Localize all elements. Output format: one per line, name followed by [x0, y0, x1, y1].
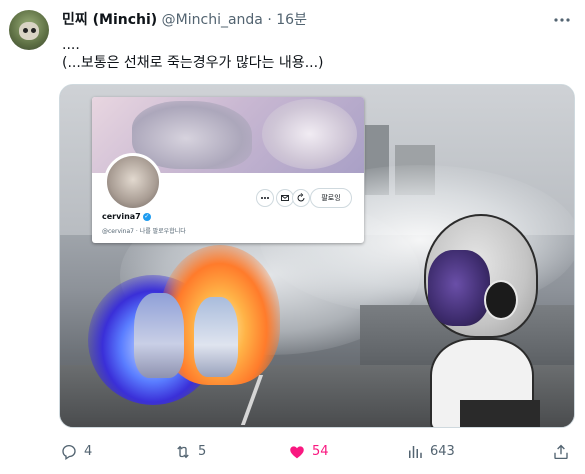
tweet-text-line-2: (...보통은 선채로 죽는경우가 많다는 내용...)	[62, 55, 324, 71]
tweet-action-bar: 4 5 54 643	[0, 441, 585, 463]
avatar-eye	[31, 28, 36, 33]
views-button[interactable]: 643	[406, 441, 455, 463]
author-avatar[interactable]	[9, 10, 49, 50]
reply-count: 4	[84, 444, 93, 459]
views-count: 643	[430, 444, 455, 459]
tweet-media-image[interactable]: 팔로잉 cervina7 ✓ @cervina7 · 나를 팔로우합니다	[59, 84, 575, 428]
banner-tail-art	[262, 99, 357, 169]
retweet-icon	[177, 445, 189, 459]
ghost-eye	[484, 280, 518, 320]
profile-handle: @cervina7 · 나를 팔로우합니다	[102, 228, 186, 235]
retweet-count: 5	[198, 444, 207, 459]
profile-avatar	[104, 153, 162, 211]
tweet-text-line-1: ....	[62, 37, 80, 53]
author-handle[interactable]: @Minchi_anda	[162, 12, 263, 28]
profile-name-text: cervina7	[102, 212, 141, 221]
avatar-face	[19, 22, 39, 40]
following-button: 팔로잉	[310, 188, 352, 208]
refresh-icon	[292, 189, 310, 207]
media-wolf-character	[134, 293, 184, 378]
share-icon	[554, 444, 568, 459]
separator-dot: ·	[267, 12, 272, 28]
tweet-timestamp[interactable]: 16분	[276, 12, 307, 28]
profile-name: cervina7 ✓	[102, 212, 151, 221]
more-options-icon[interactable]	[553, 11, 571, 33]
views-icon	[409, 446, 422, 458]
like-count: 54	[312, 444, 329, 459]
author-display-name[interactable]: 민찌 (Minchi)	[62, 12, 157, 28]
avatar-eye	[23, 28, 28, 33]
reply-button[interactable]: 4	[60, 441, 92, 463]
heart-icon	[290, 446, 304, 459]
media-wolf-character	[194, 297, 238, 377]
ghost-skirt	[460, 400, 540, 427]
embedded-profile-card: 팔로잉 cervina7 ✓ @cervina7 · 나를 팔로우합니다	[92, 97, 364, 243]
tweet-card: 민찌 (Minchi) @Minchi_anda · 16분 .... (...…	[0, 0, 585, 474]
ghost-face-shadow	[428, 250, 490, 326]
more-dots-icon	[554, 18, 570, 22]
verified-badge-icon: ✓	[142, 212, 151, 221]
retweet-button[interactable]: 5	[174, 441, 206, 463]
share-button[interactable]	[552, 441, 570, 463]
more-icon	[256, 189, 274, 207]
like-button[interactable]: 54	[288, 441, 329, 463]
reply-icon	[62, 444, 76, 461]
tweet-header: 민찌 (Minchi) @Minchi_anda · 16분	[62, 11, 307, 29]
media-ghost-character	[420, 210, 570, 427]
